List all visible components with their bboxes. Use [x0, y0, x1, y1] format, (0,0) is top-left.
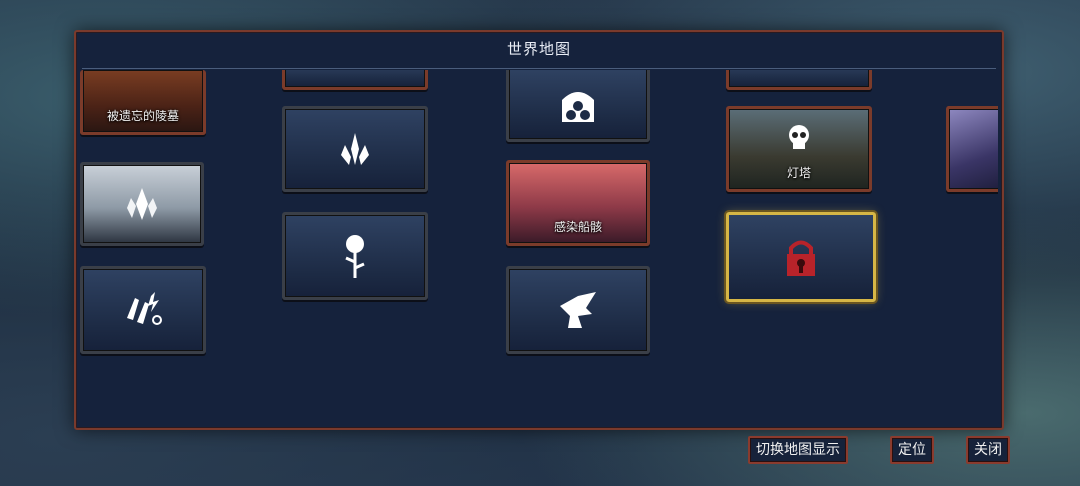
- map-node-label: 被遗忘的陵墓: [106, 109, 179, 123]
- map-node-bank[interactable]: [506, 70, 650, 142]
- map-node-rose[interactable]: [282, 212, 428, 300]
- skull-icon: [789, 124, 809, 149]
- bank-icon: [562, 92, 594, 122]
- locate-button[interactable]: 定位: [890, 436, 934, 464]
- crystal-icon: [127, 188, 157, 220]
- map-node-flame[interactable]: [282, 106, 428, 192]
- flame-icon: [341, 133, 369, 165]
- map-node-top-col2[interactable]: [282, 70, 428, 90]
- map-node-label: 感染船骸: [553, 220, 602, 234]
- map-node-gargoyle[interactable]: [506, 266, 650, 354]
- title-divider: [82, 68, 996, 69]
- map-node-right-edge[interactable]: [946, 106, 998, 192]
- map-node-top-col4[interactable]: [726, 70, 872, 90]
- map-node-label: 灯塔: [786, 166, 811, 180]
- map-node-locked-selected[interactable]: [726, 212, 876, 302]
- map-area[interactable]: 被遗忘的陵墓 感染船骸 灯塔: [80, 70, 998, 368]
- map-node-forgotten-tomb[interactable]: 被遗忘的陵墓: [80, 70, 206, 135]
- map-node-crystal[interactable]: [80, 162, 204, 246]
- map-node-infected-wreck[interactable]: 感染船骸: [506, 160, 650, 246]
- world-map-panel: 世界地图 被遗忘的陵墓 感染船骸 灯塔: [74, 30, 1004, 430]
- close-button[interactable]: 关闭: [966, 436, 1010, 464]
- panel-title: 世界地图: [506, 40, 571, 58]
- broken-wall-icon: [127, 292, 162, 325]
- map-node-broken-wall[interactable]: [80, 266, 206, 354]
- switch-map-display-button[interactable]: 切换地图显示: [748, 436, 848, 464]
- rose-icon: [345, 235, 365, 278]
- map-node-lighthouse[interactable]: 灯塔: [726, 106, 872, 192]
- lock-icon: [787, 240, 815, 276]
- gargoyle-icon: [560, 292, 596, 328]
